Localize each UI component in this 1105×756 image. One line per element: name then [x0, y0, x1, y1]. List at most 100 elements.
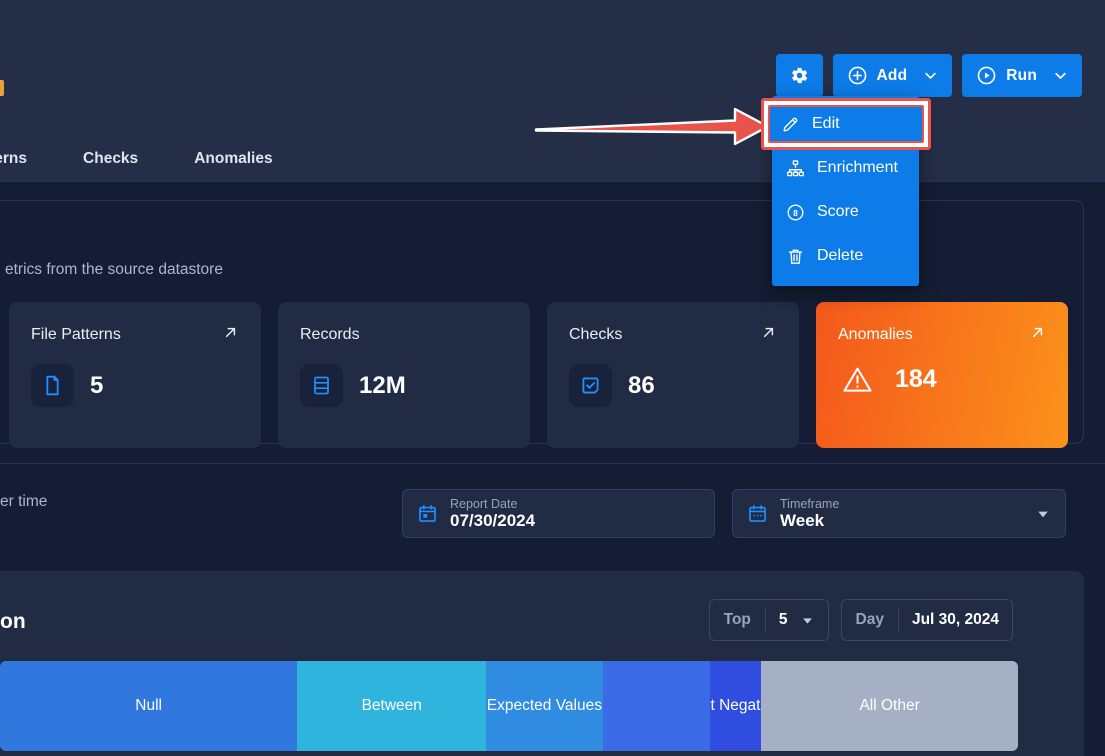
tab-label: Checks: [83, 150, 139, 167]
add-chevron-down-icon[interactable]: [916, 68, 938, 83]
timeframe-select[interactable]: Timeframe Week: [732, 489, 1066, 538]
top-n-value: 5: [778, 611, 788, 628]
segment-between[interactable]: Between: [297, 661, 487, 751]
menu-item-label: Delete: [817, 247, 864, 264]
stat-card-title: File Patterns: [31, 326, 121, 343]
segment-label: Between: [361, 697, 422, 714]
segment-not-negative-b[interactable]: Not Negative: [709, 661, 762, 751]
number-eight-circle-icon: 8: [786, 203, 805, 222]
top-n-chevron-down-icon[interactable]: [800, 613, 815, 628]
report-date-value: 07/30/2024: [450, 510, 536, 530]
stat-card-value: 86: [628, 371, 655, 399]
run-chevron-down-icon[interactable]: [1046, 68, 1068, 83]
plus-circle-icon: [847, 65, 868, 86]
database-icon: [300, 364, 343, 407]
top-n-label: Top: [723, 611, 751, 628]
timeframe-label: Timeframe: [780, 496, 840, 511]
segment-null[interactable]: Null: [0, 661, 298, 751]
report-date-label: Report Date: [450, 496, 518, 511]
distribution-controls: Top 5 Day Jul 30, 2024: [708, 599, 1013, 641]
top-n-value-group[interactable]: 5: [766, 611, 828, 629]
annotation-arrow: [534, 107, 770, 146]
tab-anomalies[interactable]: Anomalies: [166, 136, 300, 181]
segment-label: All Other: [859, 697, 920, 714]
settings-button[interactable]: [775, 54, 823, 97]
timeframe-texts: Timeframe Week: [780, 497, 839, 530]
stat-card-value: 184: [895, 365, 937, 393]
day-label: Day: [855, 611, 884, 628]
day-value: Jul 30, 2024: [911, 611, 999, 628]
stat-card-checks[interactable]: Checks 86: [547, 302, 799, 448]
distribution-panel: on Top 5 Day Jul 30, 2024 Null Between E…: [0, 571, 1084, 756]
pencil-icon: [781, 115, 800, 134]
stat-card-value: 12M: [359, 371, 406, 399]
segment-not-negative[interactable]: ·: [602, 661, 710, 751]
distribution-stacked-bar: Null Between Expected Values · Not Negat…: [0, 661, 1018, 751]
stat-card-title: Anomalies: [838, 326, 913, 343]
stat-card-body: 184: [842, 364, 1046, 395]
tab-label: Anomalies: [194, 150, 273, 167]
add-button[interactable]: Add: [832, 54, 953, 97]
calendar-icon: [417, 503, 438, 524]
play-circle-icon: [976, 65, 997, 86]
timeframe-panel: er time Report Date 07/30/2024 Timeframe…: [0, 463, 1105, 564]
status-accent-bar: [0, 80, 4, 96]
stat-card-title: Records: [300, 326, 360, 343]
tab-label: Patterns: [0, 150, 28, 167]
menu-item-label: Score: [817, 203, 859, 220]
stat-card-records[interactable]: Records 12M: [278, 302, 530, 448]
trash-icon: [786, 247, 805, 266]
day-selector[interactable]: Day Jul 30, 2024: [840, 599, 1013, 641]
tab-checks[interactable]: Checks: [55, 136, 166, 181]
stat-card-title: Checks: [569, 326, 623, 343]
arrow-up-right-icon[interactable]: [222, 324, 239, 341]
top-n-selector[interactable]: Top 5: [708, 599, 829, 641]
segment-label: Expected Values: [486, 697, 602, 714]
menu-item-score[interactable]: 8 Score: [772, 190, 919, 234]
add-button-label: Add: [876, 66, 908, 84]
warning-triangle-icon: [842, 364, 873, 395]
segment-label: Not Negative: [710, 697, 762, 714]
app-root: Add Run Edit: [0, 0, 1105, 756]
report-date-texts: Report Date 07/30/2024: [450, 497, 535, 530]
timeframe-value: Week: [780, 510, 825, 530]
menu-item-enrichment[interactable]: Enrichment: [772, 146, 919, 190]
timeframe-divider: [0, 463, 1105, 464]
stat-card-anomalies[interactable]: Anomalies 184: [816, 302, 1068, 448]
tab-patterns[interactable]: Patterns: [0, 136, 55, 181]
stat-card-body: 86: [569, 364, 777, 407]
overview-subtitle: etrics from the source datastore: [5, 261, 223, 278]
report-date-field[interactable]: Report Date 07/30/2024: [402, 489, 715, 538]
edit-highlight-annotation: Edit: [761, 98, 931, 150]
stat-card-body: 12M: [300, 364, 508, 407]
run-button[interactable]: Run: [962, 54, 1082, 97]
run-button-label: Run: [1006, 66, 1037, 84]
file-icon: [31, 364, 74, 407]
check-square-icon: [569, 364, 612, 407]
stat-card-body: 5: [31, 364, 239, 407]
menu-item-label: Enrichment: [817, 159, 898, 176]
main-content: etrics from the source datastore File Pa…: [0, 181, 1105, 756]
header-divider: [0, 181, 1105, 182]
menu-item-edit[interactable]: Edit: [768, 105, 924, 143]
segment-label: Null: [135, 697, 162, 714]
stat-card-file-patterns[interactable]: File Patterns 5: [9, 302, 261, 448]
arrow-up-right-icon[interactable]: [760, 324, 777, 341]
menu-item-delete[interactable]: Delete: [772, 234, 919, 278]
gear-icon: [790, 66, 809, 85]
hierarchy-icon: [786, 159, 805, 178]
page-header: Add Run Edit: [0, 0, 1105, 286]
segment-expected-values[interactable]: Expected Values: [486, 661, 603, 751]
timeframe-caption: er time: [0, 493, 48, 510]
overview-stat-cards: File Patterns 5 Records 12M Checks 86 An…: [9, 302, 1068, 448]
section-tabs: Patterns Checks Anomalies: [0, 136, 301, 181]
timeframe-chevron-down-icon[interactable]: [1035, 506, 1051, 522]
segment-all-other[interactable]: All Other: [761, 661, 1018, 751]
calendar-icon: [747, 503, 768, 524]
overview-panel: etrics from the source datastore File Pa…: [0, 200, 1084, 448]
menu-item-label: Edit: [812, 115, 840, 132]
distribution-title: on: [0, 610, 26, 633]
stat-card-value: 5: [90, 371, 104, 399]
arrow-up-right-icon[interactable]: [1029, 324, 1046, 341]
svg-text:8: 8: [793, 207, 798, 217]
